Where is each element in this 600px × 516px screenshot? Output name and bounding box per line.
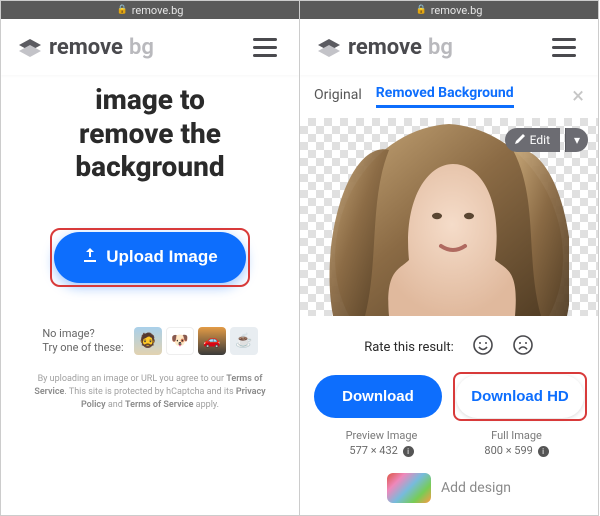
result-preview: Edit ▾ [300, 118, 598, 316]
close-icon[interactable]: × [572, 86, 584, 108]
url-text: remove.bg [132, 4, 184, 17]
edit-label: Edit [530, 133, 550, 147]
preview-meta-dims: 577 × 432 [349, 444, 397, 457]
full-meta-title: Full Image [449, 428, 584, 443]
preview-meta-title: Preview Image [314, 428, 449, 443]
edit-button[interactable]: Edit [505, 128, 560, 152]
upload-label: Upload Image [106, 247, 217, 267]
pane-result: 🔒 remove.bg removebg Original Removed Ba… [299, 0, 599, 516]
preview-meta: Preview Image 577 × 432 i [314, 428, 449, 459]
noimage-text: No image? Try one of these: [42, 327, 123, 356]
download-hd-button[interactable]: Download HD [456, 375, 584, 418]
menu-button[interactable] [247, 32, 283, 63]
logo-text-2: bg [428, 35, 453, 60]
rate-label: Rate this result: [364, 340, 454, 355]
add-design-label: Add design [441, 480, 511, 496]
add-design-row[interactable]: Add design [387, 473, 511, 503]
download-hd-label: Download HD [471, 388, 569, 405]
sample-thumb[interactable]: 🧔 [134, 327, 162, 355]
noimage-l1: No image? [42, 327, 123, 341]
download-meta: Preview Image 577 × 432 i Full Image 800… [300, 424, 598, 459]
design-swatch-icon [387, 473, 431, 503]
download-label: Download [342, 388, 414, 405]
wand-icon [515, 133, 525, 147]
rate-sad-icon[interactable] [512, 334, 534, 361]
upload-icon [82, 247, 98, 268]
logo-text-2: bg [129, 35, 154, 60]
noimage-l2: Try one of these: [42, 341, 123, 355]
logo-text-1: remove [49, 35, 123, 60]
logo-icon [17, 37, 43, 57]
full-meta-dims: 800 × 599 [484, 444, 532, 457]
legal-text: By uploading an image or URL you agree t… [15, 373, 285, 411]
download-row: Download Download HD [300, 361, 598, 424]
menu-button[interactable] [546, 32, 582, 63]
site-header: removebg [300, 19, 598, 75]
upload-button[interactable]: Upload Image [54, 232, 245, 283]
info-icon[interactable]: i [403, 446, 414, 457]
tab-original[interactable]: Original [314, 87, 362, 107]
tab-removed-background[interactable]: Removed Background [376, 85, 514, 108]
rate-happy-icon[interactable] [472, 334, 494, 361]
site-header: removebg [1, 19, 299, 75]
rate-row: Rate this result: [300, 334, 598, 361]
sample-thumb[interactable]: 🐶 [166, 327, 194, 355]
headline-line: remove the [15, 117, 285, 151]
pane-upload: 🔒 remove.bg removebg image to remove the… [0, 0, 300, 516]
lock-icon: 🔒 [117, 5, 128, 15]
download-button[interactable]: Download [314, 375, 442, 418]
full-meta: Full Image 800 × 599 i [449, 428, 584, 459]
logo[interactable]: removebg [316, 35, 453, 60]
edit-dropdown[interactable]: ▾ [565, 128, 588, 152]
sample-thumb[interactable]: ☕ [230, 327, 258, 355]
info-icon[interactable]: i [538, 446, 549, 457]
left-content: image to remove the background Upload Im… [1, 75, 299, 515]
logo-icon [316, 37, 342, 57]
sample-thumbs: 🧔 🐶 🚗 ☕ [134, 327, 258, 355]
headline-line: background [15, 150, 285, 184]
lock-icon: 🔒 [416, 5, 427, 15]
browser-urlbar: 🔒 remove.bg [1, 1, 299, 19]
headline-line: image to [15, 83, 285, 117]
tos2-link[interactable]: Terms of Service [125, 400, 193, 410]
logo-text-1: remove [348, 35, 422, 60]
sample-images-row: No image? Try one of these: 🧔 🐶 🚗 ☕ [15, 327, 285, 356]
sample-thumb[interactable]: 🚗 [198, 327, 226, 355]
chevron-down-icon: ▾ [574, 133, 580, 147]
logo[interactable]: removebg [17, 35, 154, 60]
page-headline: image to remove the background [15, 83, 285, 184]
browser-urlbar: 🔒 remove.bg [300, 1, 598, 19]
result-tabs: Original Removed Background × [300, 75, 598, 114]
url-text: remove.bg [431, 4, 483, 17]
